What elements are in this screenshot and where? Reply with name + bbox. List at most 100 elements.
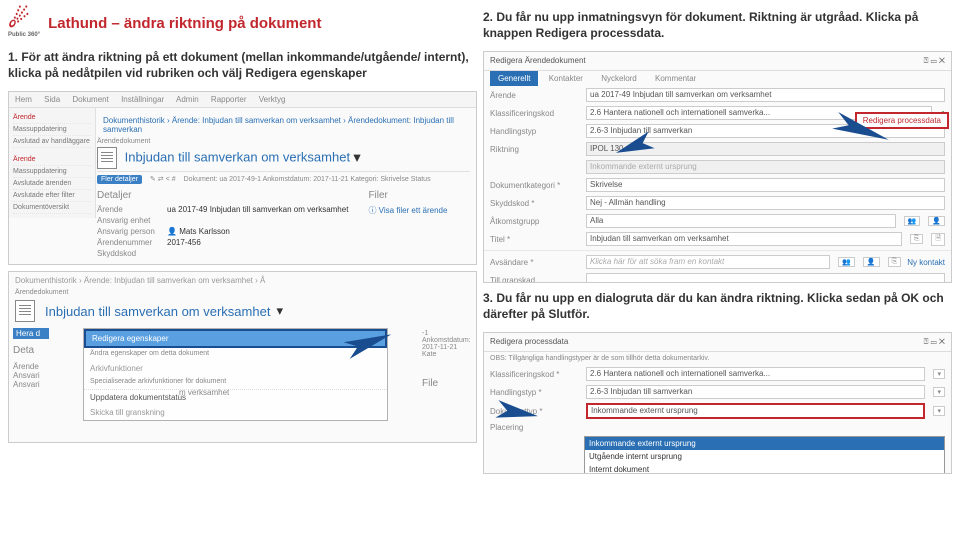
field[interactable]: Alla [586,214,896,228]
dialog-title: Redigera Ärendedokument [490,56,586,66]
sidebar-heading: Ärende [13,154,91,166]
chevron-down-icon[interactable]: ▾ [933,406,945,416]
sidebar-item[interactable]: Massuppdatering [13,124,91,136]
label: Ärende [97,205,167,214]
menu-item[interactable]: Rapporter [211,95,247,104]
sidebar-heading: Ärende [13,112,91,124]
field[interactable]: ua 2017-49 Inbjudan till samverkan om ve… [586,88,945,102]
dialog-titlebar: Redigera Ärendedokument ⍰ ▭ ✕ [484,52,951,71]
option[interactable]: Utgående internt ursprung [585,450,944,463]
value[interactable]: ua 2017-49 Inbjudan till samverkan om ve… [167,205,348,214]
document-title-row: Inbjudan till samverkan om verksamhet ▾ [97,145,470,172]
sidebar-item[interactable]: Dokumentöversikt [13,202,91,214]
details-heading: Detaljer [97,188,348,203]
menu-subtitle: Specialiserade arkivfunktioner för dokum… [84,376,387,389]
label: Handlingstyp [490,127,580,136]
label: Riktning [490,145,580,154]
sidebar-item[interactable]: Massuppdatering [13,166,91,178]
document-title[interactable]: Inbjudan till samverkan om verksamhet [45,304,270,319]
new-contact-link[interactable]: Ny kontakt [907,258,945,267]
label: Ansvarig person [97,227,167,236]
screenshot-4-dialog2: Redigera processdata ⍰ ▭ ✕ OBS: Tillgäng… [483,332,952,474]
page-title: Lathund – ändra riktning på dokument [48,15,321,32]
label: Ansvarig enhet [97,216,167,225]
tab-general[interactable]: Generellt [490,71,538,86]
label: Titel * [490,235,580,244]
breadcrumb-faded: Dokumenthistorik › Ärende: Inbjudan till… [9,272,476,289]
chevron-down-icon[interactable]: ▾ [354,150,361,165]
menu-heading: Arkivfunktioner [84,361,387,376]
files-heading-fragment: File [422,378,472,389]
menu-item[interactable]: Uppdatera dokumentstatus [84,389,387,405]
menu-item[interactable]: Verktyg [259,95,286,104]
screenshot-1: Hem Sida Dokument Inställningar Admin Ra… [8,91,477,265]
menu-item[interactable]: Sida [44,95,60,104]
field[interactable]: 2.6 Hantera nationell och internationell… [586,367,925,381]
crumb[interactable]: Ärende: Inbjudan till samverkan om verks… [172,116,341,125]
dialog-tabs: Generellt Kontakter Nyckelord Kommentar [484,71,951,86]
document-icon [15,300,35,322]
field[interactable]: Klicka här för att söka fram en kontakt [586,255,830,269]
step-2-text: 2. Du får nu upp inmatningsvyn för dokum… [483,10,952,41]
menu-item[interactable]: Dokument [72,95,108,104]
document-title[interactable]: Inbjudan till samverkan om verksamhet [125,150,350,165]
field[interactable] [586,273,945,283]
screenshot-2-popup: Dokumenthistorik › Ärende: Inbjudan till… [8,271,477,443]
tab-keywords[interactable]: Nyckelord [593,71,645,86]
sidebar: Ärende Massuppdatering Avslutad av handl… [9,108,96,218]
chevron-down-icon[interactable]: ▾ [276,303,283,319]
document-type-field[interactable]: Inkommande externt ursprung [586,403,925,419]
value: 2017-456 [167,238,201,247]
field[interactable]: 2.6-3 Inbjudan till samverkan [586,385,925,399]
breadcrumb: Dokumenthistorik › Ärende: Inbjudan till… [97,112,470,138]
option-selected[interactable]: Inkommande externt ursprung [585,437,944,450]
label: Avsändare * [490,258,580,267]
copy-icon[interactable]: ⎘ [910,234,924,244]
details-chip[interactable]: Fler detaljer [97,175,142,184]
value[interactable]: Mats Karlsson [179,227,230,236]
label: Skyddskod [97,249,167,258]
field[interactable]: Inbjudan till samverkan om verksamhet [586,232,902,246]
menu-item[interactable]: Inställningar [121,95,164,104]
label: Till granskad [490,276,580,284]
menu-item[interactable]: Hem [15,95,32,104]
dropdown-options: Inkommande externt ursprung Utgående int… [584,436,945,474]
menu-item[interactable]: Admin [176,95,199,104]
side-chip[interactable]: Hera d [13,328,49,339]
label: Dokumentkategori * [490,181,580,190]
files-info[interactable]: Visa filer ett ärende [379,206,448,215]
label: Ärendenummer [97,238,167,247]
label: Skyddskod * [490,199,580,208]
group-icon[interactable]: 👥 [904,216,921,226]
doc-type-label: Ärendedokument [9,289,476,296]
step-1-text: 1. För att ändra riktning på ett dokumen… [8,50,477,81]
screenshot-3-dialog: Redigera Ärendedokument ⍰ ▭ ✕ Generellt … [483,51,952,283]
field[interactable]: Nej - Allmän handling [586,196,945,210]
tab-comment[interactable]: Kommentar [647,71,704,86]
chevron-down-icon[interactable]: ▾ [933,387,945,397]
step-3-text: 3. Du får nu upp en dialogruta där du ka… [483,291,952,322]
option[interactable]: Internt dokument [585,463,944,474]
meta-fragment: -1 Ankomstdatum: 2017-11-21 Kate [422,330,472,358]
sidebar-item[interactable]: Avslutade efter filter [13,190,91,202]
window-controls: ⍰ ▭ ✕ [924,337,945,347]
sidebar-item[interactable]: Avslutad av handläggare [13,136,91,148]
label: Klassificeringskod [490,109,580,118]
doc-icon[interactable]: 🗎 [931,233,945,246]
chevron-down-icon[interactable]: ▾ [933,369,945,379]
text-fragment: m verksamhet [179,388,229,397]
tab-contacts[interactable]: Kontakter [541,71,591,86]
label: Ärende [490,91,580,100]
crumb[interactable]: Dokumenthistorik [103,116,165,125]
logo: ☄Public 360° [8,8,40,38]
dialog-titlebar: Redigera processdata ⍰ ▭ ✕ [484,333,951,352]
details-block: Detaljer Ärendeua 2017-49 Inbjudan till … [97,186,470,258]
user-icon[interactable]: 👤 [928,216,945,226]
document-title-row: Inbjudan till samverkan om verksamhet ▾ [9,296,476,326]
dialog-note: OBS: Tillgängliga handlingstyper är de s… [484,352,951,365]
sidebar-item[interactable]: Avslutade ärenden [13,178,91,190]
field[interactable]: Skrivelse [586,178,945,192]
page-header: ☄Public 360° Lathund – ändra riktning på… [8,8,477,38]
label-fragment: Ansvari [13,371,49,380]
label: Klassificeringskod * [490,370,580,379]
